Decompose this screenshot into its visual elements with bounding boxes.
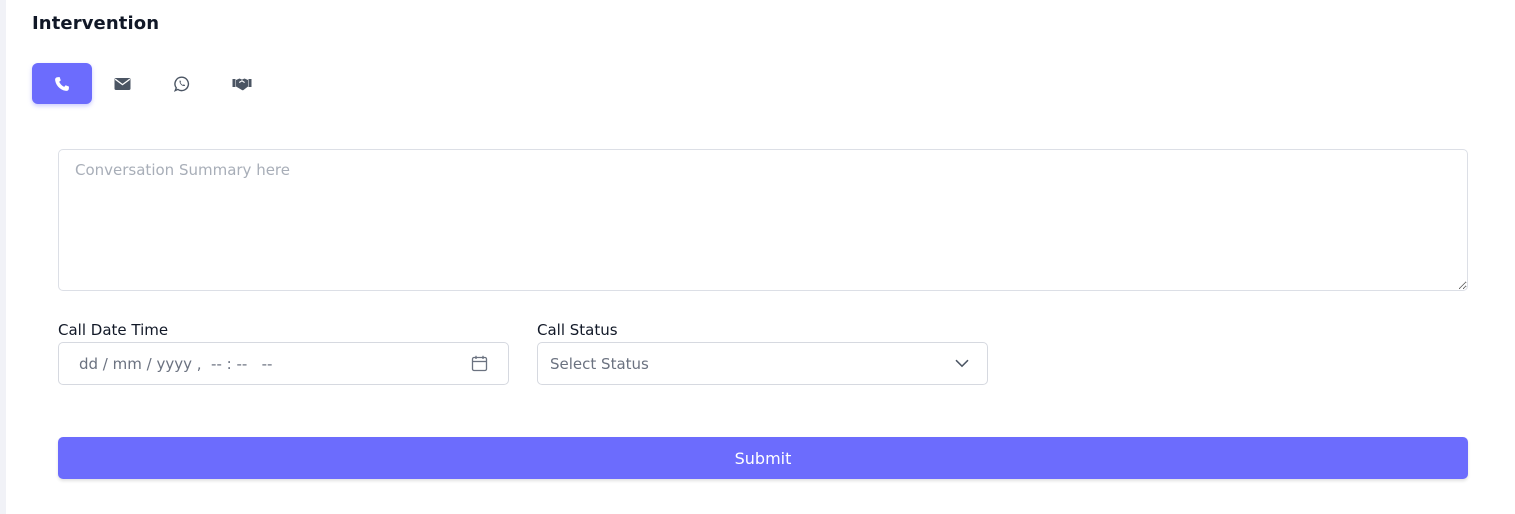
intervention-panel: Intervention Conversation Summary here C… (0, 0, 1515, 514)
section-title: Intervention (32, 13, 160, 34)
call-status-selected-value: Select Status (550, 354, 649, 373)
conversation-summary-textarea[interactable] (58, 149, 1468, 291)
date-time-placeholder: dd / mm / yyyy , -- : -- -- (79, 354, 273, 373)
calendar-icon[interactable] (471, 355, 488, 372)
handshake-icon (232, 77, 252, 91)
envelope-icon (114, 77, 131, 91)
left-rail (0, 0, 6, 514)
call-date-time-label: Call Date Time (58, 321, 169, 339)
tab-phone[interactable] (32, 63, 92, 104)
tab-whatsapp[interactable] (152, 63, 212, 104)
call-date-time-input[interactable]: dd / mm / yyyy , -- : -- -- (58, 342, 509, 385)
tab-meeting[interactable] (212, 63, 272, 104)
tab-email[interactable] (92, 63, 152, 104)
call-status-select[interactable]: Select Status (537, 342, 988, 385)
whatsapp-icon (174, 76, 190, 92)
chevron-down-icon (955, 359, 969, 368)
call-status-label: Call Status (537, 321, 618, 339)
phone-icon (54, 76, 70, 92)
channel-tabs (32, 63, 272, 104)
submit-button[interactable]: Submit (58, 437, 1468, 479)
